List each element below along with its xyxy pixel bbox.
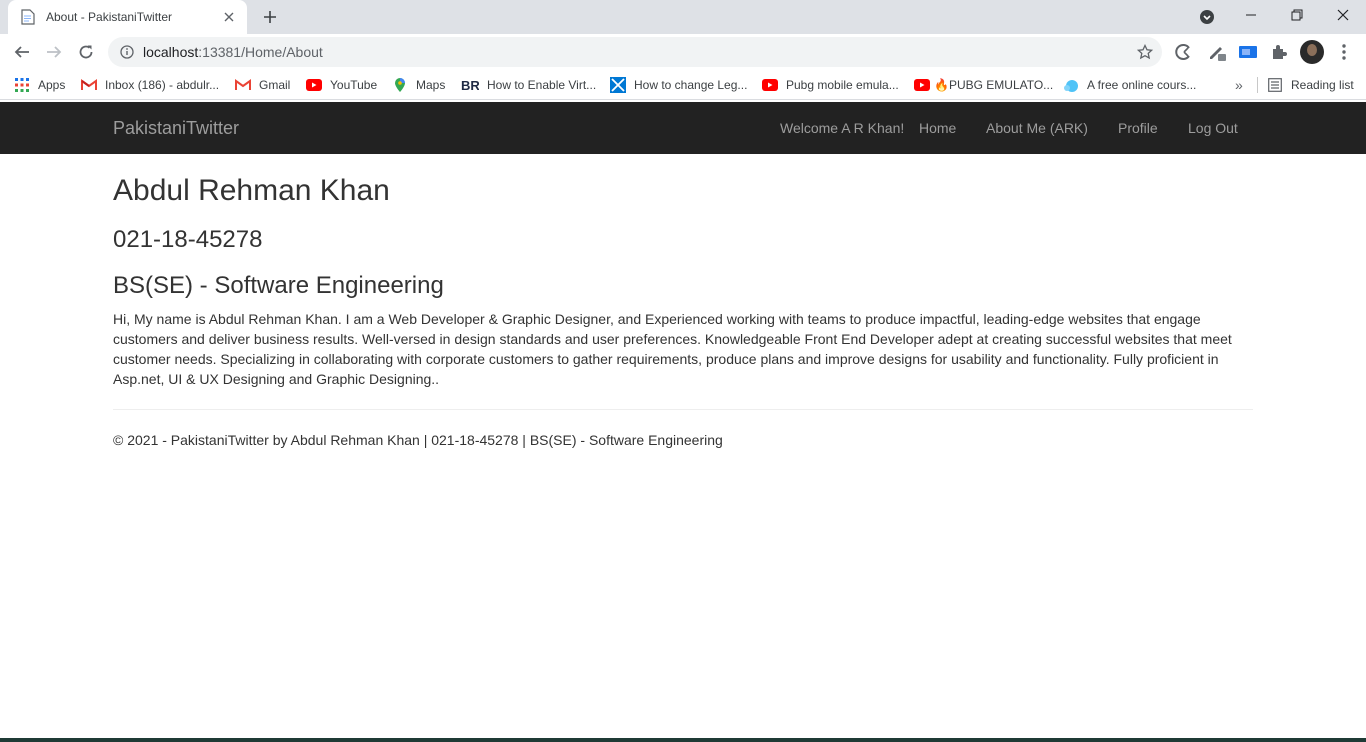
extension-google-icon[interactable] (1172, 40, 1196, 64)
nav-profile-link[interactable]: Profile (1118, 120, 1158, 136)
bookmark-pubg-emulator[interactable]: 🔥PUBG EMULATO... (914, 70, 1053, 100)
bookmark-inbox[interactable]: Inbox (186) - abdulr... (81, 70, 219, 100)
gmail-icon (235, 77, 251, 93)
url-path: :13381/Home/About (198, 44, 323, 60)
bookmark-free-course[interactable]: A free online cours... (1063, 70, 1196, 100)
back-arrow-icon[interactable] (8, 38, 36, 66)
forward-arrow-icon[interactable] (40, 38, 68, 66)
gmail-icon (81, 77, 97, 93)
url-text: localhost:13381/Home/About (143, 44, 323, 60)
footer-divider (113, 409, 1253, 410)
degree-heading: BS(SE) - Software Engineering (113, 272, 444, 299)
site-navbar: PakistaniTwitter Welcome A R Khan! Home … (0, 102, 1366, 154)
bookmark-label: How to Enable Virt... (487, 78, 597, 92)
taskbar-edge (0, 738, 1366, 742)
bookmark-label: Pubg mobile emula... (786, 78, 899, 92)
bookmark-label: Maps (416, 78, 446, 92)
nav-about-link[interactable]: About Me (ARK) (986, 120, 1088, 136)
nav-home-link[interactable]: Home (919, 120, 956, 136)
bookmark-label: How to change Leg... (634, 78, 748, 92)
welcome-text: Welcome A R Khan! (780, 120, 905, 136)
phone-heading: 021-18-45278 (113, 226, 263, 253)
bookmark-label: Inbox (186) - abdulr... (105, 78, 220, 92)
course-icon (1063, 77, 1079, 93)
browser-toolbar: localhost:13381/Home/About (0, 34, 1366, 70)
bookmark-star-icon[interactable] (1136, 43, 1154, 61)
reading-list-label: Reading list (1291, 78, 1354, 92)
page-title: Abdul Rehman Khan (113, 174, 390, 207)
tab-search-icon[interactable] (1196, 7, 1218, 27)
apps-grid-icon (14, 77, 30, 93)
info-icon[interactable] (119, 44, 135, 60)
reading-list-button[interactable]: Reading list (1267, 70, 1354, 100)
page-icon (20, 9, 36, 25)
minimize-icon[interactable] (1228, 0, 1274, 30)
bookmark-enable-virt[interactable]: BR How to Enable Virt... (461, 70, 596, 100)
address-bar[interactable]: localhost:13381/Home/About (108, 37, 1162, 67)
bio-paragraph: Hi, My name is Abdul Rehman Khan. I am a… (113, 311, 1232, 387)
bookmark-gmail[interactable]: Gmail (235, 70, 290, 100)
extension-pen-icon[interactable] (1205, 40, 1229, 64)
reload-icon[interactable] (72, 38, 100, 66)
youtube-icon (762, 77, 778, 93)
nav-logout-link[interactable]: Log Out (1188, 120, 1238, 136)
footer-text: © 2021 - PakistaniTwitter by Abdul Rehma… (113, 432, 723, 448)
bookmark-label: Gmail (259, 78, 291, 92)
bookmark-label: YouTube (330, 78, 378, 92)
bookmark-label: Apps (38, 78, 66, 92)
bookmarks-bar: Apps Inbox (186) - abdulr... Gmail YouTu… (0, 70, 1366, 100)
reading-list-icon (1267, 77, 1283, 93)
restore-icon[interactable] (1274, 0, 1320, 30)
youtube-icon (914, 77, 930, 93)
extension-screen-icon[interactable] (1236, 40, 1260, 64)
tab-strip: About - PakistaniTwitter (0, 0, 1366, 34)
close-tab-icon[interactable] (221, 9, 237, 25)
new-tab-icon[interactable] (258, 6, 282, 28)
bookmark-maps[interactable]: Maps (392, 70, 445, 100)
tab-title: About - PakistaniTwitter (46, 10, 173, 24)
close-window-icon[interactable] (1320, 0, 1366, 30)
bookmark-label: A free online cours... (1087, 78, 1197, 92)
brand-link[interactable]: PakistaniTwitter (113, 118, 239, 139)
bookmarks-divider (1257, 77, 1258, 93)
x-logo-icon (610, 77, 626, 93)
bookmark-youtube[interactable]: YouTube (306, 70, 377, 100)
extensions-puzzle-icon[interactable] (1267, 40, 1291, 64)
url-host: localhost (143, 44, 199, 60)
bookmark-change-leg[interactable]: How to change Leg... (610, 70, 747, 100)
profile-avatar[interactable] (1300, 40, 1324, 64)
about-page: Abdul Rehman Khan 021-18-45278 BS(SE) - … (113, 154, 1253, 450)
svg-text:BR: BR (461, 78, 479, 92)
bookmark-pubg-emula[interactable]: Pubg mobile emula... (762, 70, 899, 100)
bookmark-label: 🔥PUBG EMULATO... (934, 78, 1054, 92)
more-menu-icon[interactable] (1334, 40, 1354, 64)
bookmarks-overflow-icon[interactable]: » (1235, 70, 1243, 100)
youtube-icon (306, 77, 322, 93)
bookmark-apps[interactable]: Apps (14, 70, 65, 100)
br-logo-icon: BR (461, 77, 479, 93)
maps-pin-icon (392, 77, 408, 93)
browser-tab[interactable]: About - PakistaniTwitter (8, 0, 247, 34)
